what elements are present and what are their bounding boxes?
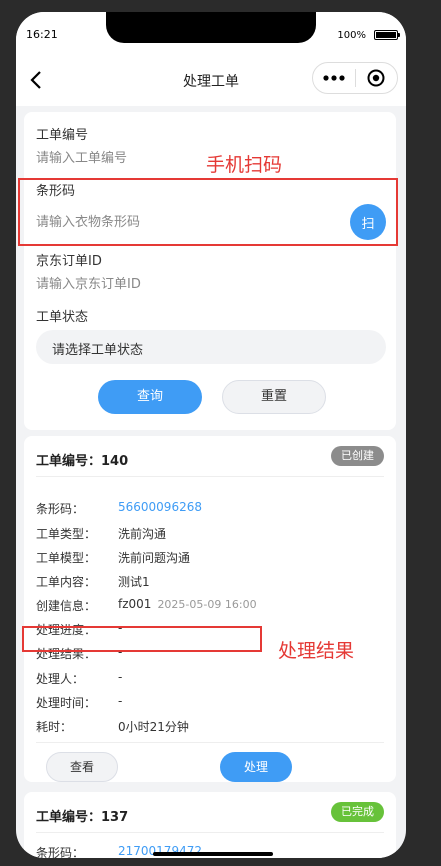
row-value: fz001 2025-05-09 16:00 [118, 597, 257, 611]
order-card: 工单编号：137 已完成 条形码： 21700179472 [24, 792, 396, 858]
result-annotation-text: 处理结果 [278, 640, 355, 662]
created-time: 2025-05-09 16:00 [157, 598, 257, 611]
order-status-select[interactable]: 请选择工单状态 [36, 330, 386, 364]
order-no-label: 工单编号 [36, 128, 89, 143]
battery-percent: 100% [337, 30, 366, 41]
status-badge: 已完成 [331, 802, 384, 822]
mini-program-capsule [312, 62, 398, 94]
order-title: 工单编号：137 [36, 810, 129, 825]
order-card: 工单编号：140 已创建 条形码： 56600096268 工单类型： 洗前沟通… [24, 436, 396, 782]
row-key: 处理人： [36, 672, 85, 686]
row-value: 洗前问题沟通 [118, 551, 191, 565]
order-no-input[interactable] [36, 148, 336, 168]
row-value: - [118, 670, 123, 684]
query-button[interactable]: 查询 [98, 380, 202, 414]
reset-button[interactable]: 重置 [222, 380, 326, 414]
row-key: 条形码： [36, 846, 85, 858]
creator: fz001 [118, 597, 152, 611]
divider [36, 742, 384, 743]
close-button[interactable] [355, 63, 397, 93]
row-key: 工单内容： [36, 575, 97, 589]
jd-order-id-label: 京东订单ID [36, 254, 102, 269]
order-status-label: 工单状态 [36, 310, 89, 325]
status-badge: 已创建 [331, 446, 384, 466]
jd-order-id-input[interactable] [36, 274, 336, 294]
view-button[interactable]: 查看 [46, 752, 118, 782]
row-value: 测试1 [118, 575, 150, 589]
row-value: 0小时21分钟 [118, 720, 189, 734]
row-key: 条形码： [36, 502, 85, 516]
divider [36, 476, 384, 477]
nav-bar: 处理工单 [16, 56, 406, 106]
process-button[interactable]: 处理 [220, 752, 292, 782]
result-annotation-box [22, 626, 262, 652]
scan-annotation-text: 手机扫码 [206, 154, 283, 176]
barcode-annotation-box [18, 178, 398, 246]
status-time: 16:21 [26, 28, 58, 41]
notch [106, 12, 316, 43]
phone-screen: 16:21 100% 处理工单 工单编号 请输入工单编号 条形码 请输入衣物条形… [16, 12, 406, 858]
battery-icon [374, 30, 400, 40]
more-button[interactable] [313, 63, 355, 93]
row-value: 洗前沟通 [118, 527, 167, 541]
row-value: - [118, 694, 123, 708]
order-title: 工单编号：140 [36, 454, 129, 469]
row-key: 创建信息： [36, 599, 97, 613]
row-key: 耗时： [36, 720, 73, 734]
row-key: 工单类型： [36, 527, 97, 541]
row-key: 处理时间： [36, 696, 97, 710]
barcode-link[interactable]: 56600096268 [118, 500, 202, 514]
divider [36, 832, 384, 833]
target-close-icon [367, 69, 385, 87]
home-indicator [153, 852, 273, 856]
more-dots-icon [323, 75, 345, 81]
row-key: 工单模型： [36, 551, 97, 565]
